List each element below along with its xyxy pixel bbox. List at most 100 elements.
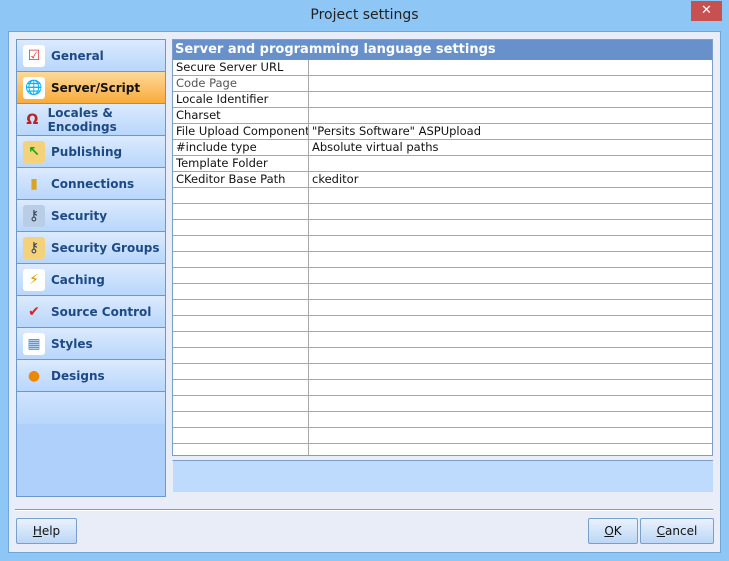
- property-name: [173, 316, 309, 331]
- sidebar-item-label: Server/Script: [51, 80, 141, 95]
- styles-palette-icon: ▦: [23, 332, 45, 355]
- property-name: [173, 348, 309, 363]
- close-button[interactable]: ✕: [691, 1, 722, 21]
- sidebar-item-general[interactable]: ☑ General: [17, 40, 165, 72]
- cancel-accesskey: C: [656, 524, 666, 538]
- property-name: [173, 396, 309, 411]
- sidebar-item-label: General: [51, 48, 104, 63]
- table-row[interactable]: [173, 332, 712, 348]
- property-value[interactable]: [309, 284, 712, 299]
- table-row[interactable]: Locale Identifier: [173, 92, 712, 108]
- table-row[interactable]: [173, 284, 712, 300]
- window-title: Project settings: [310, 7, 419, 23]
- property-name: [173, 364, 309, 379]
- table-row[interactable]: [173, 380, 712, 396]
- property-name: [173, 284, 309, 299]
- property-value[interactable]: [309, 76, 712, 91]
- table-row[interactable]: File Upload Component "Persits Software" …: [173, 124, 712, 140]
- property-value[interactable]: [309, 380, 712, 395]
- table-row[interactable]: [173, 300, 712, 316]
- table-row[interactable]: [173, 428, 712, 444]
- property-value[interactable]: [309, 396, 712, 411]
- sidebar-item-publishing[interactable]: ↖ Publishing: [17, 136, 165, 168]
- property-value[interactable]: [309, 412, 712, 427]
- property-value[interactable]: [309, 268, 712, 283]
- sidebar-item-server-script[interactable]: 🌐 Server/Script: [17, 72, 165, 104]
- key-folder-icon: ⚷: [23, 204, 45, 227]
- property-value[interactable]: [309, 348, 712, 363]
- table-row[interactable]: [173, 188, 712, 204]
- table-row[interactable]: [173, 268, 712, 284]
- sidebar-item-styles[interactable]: ▦ Styles: [17, 328, 165, 360]
- property-name: CKeditor Base Path: [173, 172, 309, 187]
- table-row[interactable]: [173, 236, 712, 252]
- sidebar-item-security[interactable]: ⚷ Security: [17, 200, 165, 232]
- property-value[interactable]: [309, 156, 712, 171]
- sidebar-item-connections[interactable]: ▮ Connections: [17, 168, 165, 200]
- property-value[interactable]: [309, 332, 712, 347]
- sidebar-item-label: Designs: [51, 368, 105, 383]
- table-row[interactable]: Template Folder: [173, 156, 712, 172]
- table-row[interactable]: Secure Server URL: [173, 60, 712, 76]
- property-value[interactable]: "Persits Software" ASPUpload: [309, 124, 712, 139]
- table-row[interactable]: [173, 348, 712, 364]
- ok-button[interactable]: OK: [588, 518, 638, 544]
- table-row[interactable]: [173, 396, 712, 412]
- property-name: #include type: [173, 140, 309, 155]
- property-value[interactable]: [309, 300, 712, 315]
- property-value[interactable]: [309, 108, 712, 123]
- property-name: [173, 220, 309, 235]
- help-label: elp: [41, 524, 61, 538]
- property-name: Secure Server URL: [173, 60, 309, 75]
- property-name: Code Page: [173, 76, 309, 91]
- property-name: File Upload Component: [173, 124, 309, 139]
- sidebar-item-caching[interactable]: ⚡ Caching: [17, 264, 165, 296]
- sidebar-item-label: Source Control: [51, 304, 152, 319]
- property-value[interactable]: [309, 188, 712, 203]
- sidebar-item-label: Security: [51, 208, 108, 223]
- table-row[interactable]: [173, 364, 712, 380]
- sidebar-item-label: Security Groups: [51, 240, 160, 255]
- server-globe-icon: 🌐: [23, 76, 45, 99]
- lock-check-icon: ✔: [28, 303, 40, 320]
- property-value[interactable]: [309, 92, 712, 107]
- property-value[interactable]: [309, 428, 712, 443]
- table-row[interactable]: Charset: [173, 108, 712, 124]
- table-row[interactable]: [173, 220, 712, 236]
- divider: [15, 509, 713, 511]
- cancel-button[interactable]: Cancel: [640, 518, 714, 544]
- sidebar-item-locales-encodings[interactable]: Ω Locales & Encodings: [17, 104, 165, 136]
- table-row[interactable]: [173, 444, 712, 455]
- table-row[interactable]: [173, 412, 712, 428]
- ok-accesskey: O: [604, 524, 614, 538]
- property-value[interactable]: [309, 60, 712, 75]
- property-name: [173, 412, 309, 427]
- property-value[interactable]: [309, 364, 712, 379]
- property-value[interactable]: [309, 220, 712, 235]
- property-value[interactable]: Absolute virtual paths: [309, 140, 712, 155]
- property-value[interactable]: [309, 444, 712, 455]
- help-button[interactable]: Help: [16, 518, 77, 544]
- grid-header: Server and programming language settings: [173, 40, 712, 60]
- designs-palette-icon: ●: [27, 367, 41, 384]
- sidebar-item-designs[interactable]: ● Designs: [17, 360, 165, 392]
- property-value[interactable]: ckeditor: [309, 172, 712, 187]
- close-icon: ✕: [701, 3, 712, 18]
- table-row[interactable]: #include type Absolute virtual paths: [173, 140, 712, 156]
- property-value[interactable]: [309, 204, 712, 219]
- table-row[interactable]: [173, 316, 712, 332]
- table-row[interactable]: Code Page: [173, 76, 712, 92]
- property-name: [173, 236, 309, 251]
- table-row[interactable]: [173, 252, 712, 268]
- sidebar-item-label: Connections: [51, 176, 135, 191]
- property-value[interactable]: [309, 236, 712, 251]
- property-name: [173, 188, 309, 203]
- sidebar-item-source-control[interactable]: ✔ Source Control: [17, 296, 165, 328]
- property-value[interactable]: [309, 252, 712, 267]
- table-row[interactable]: CKeditor Base Path ckeditor: [173, 172, 712, 188]
- table-row[interactable]: [173, 204, 712, 220]
- property-name: Template Folder: [173, 156, 309, 171]
- sidebar-empty: [17, 392, 165, 424]
- sidebar-item-security-groups[interactable]: ⚷ Security Groups: [17, 232, 165, 264]
- property-value[interactable]: [309, 316, 712, 331]
